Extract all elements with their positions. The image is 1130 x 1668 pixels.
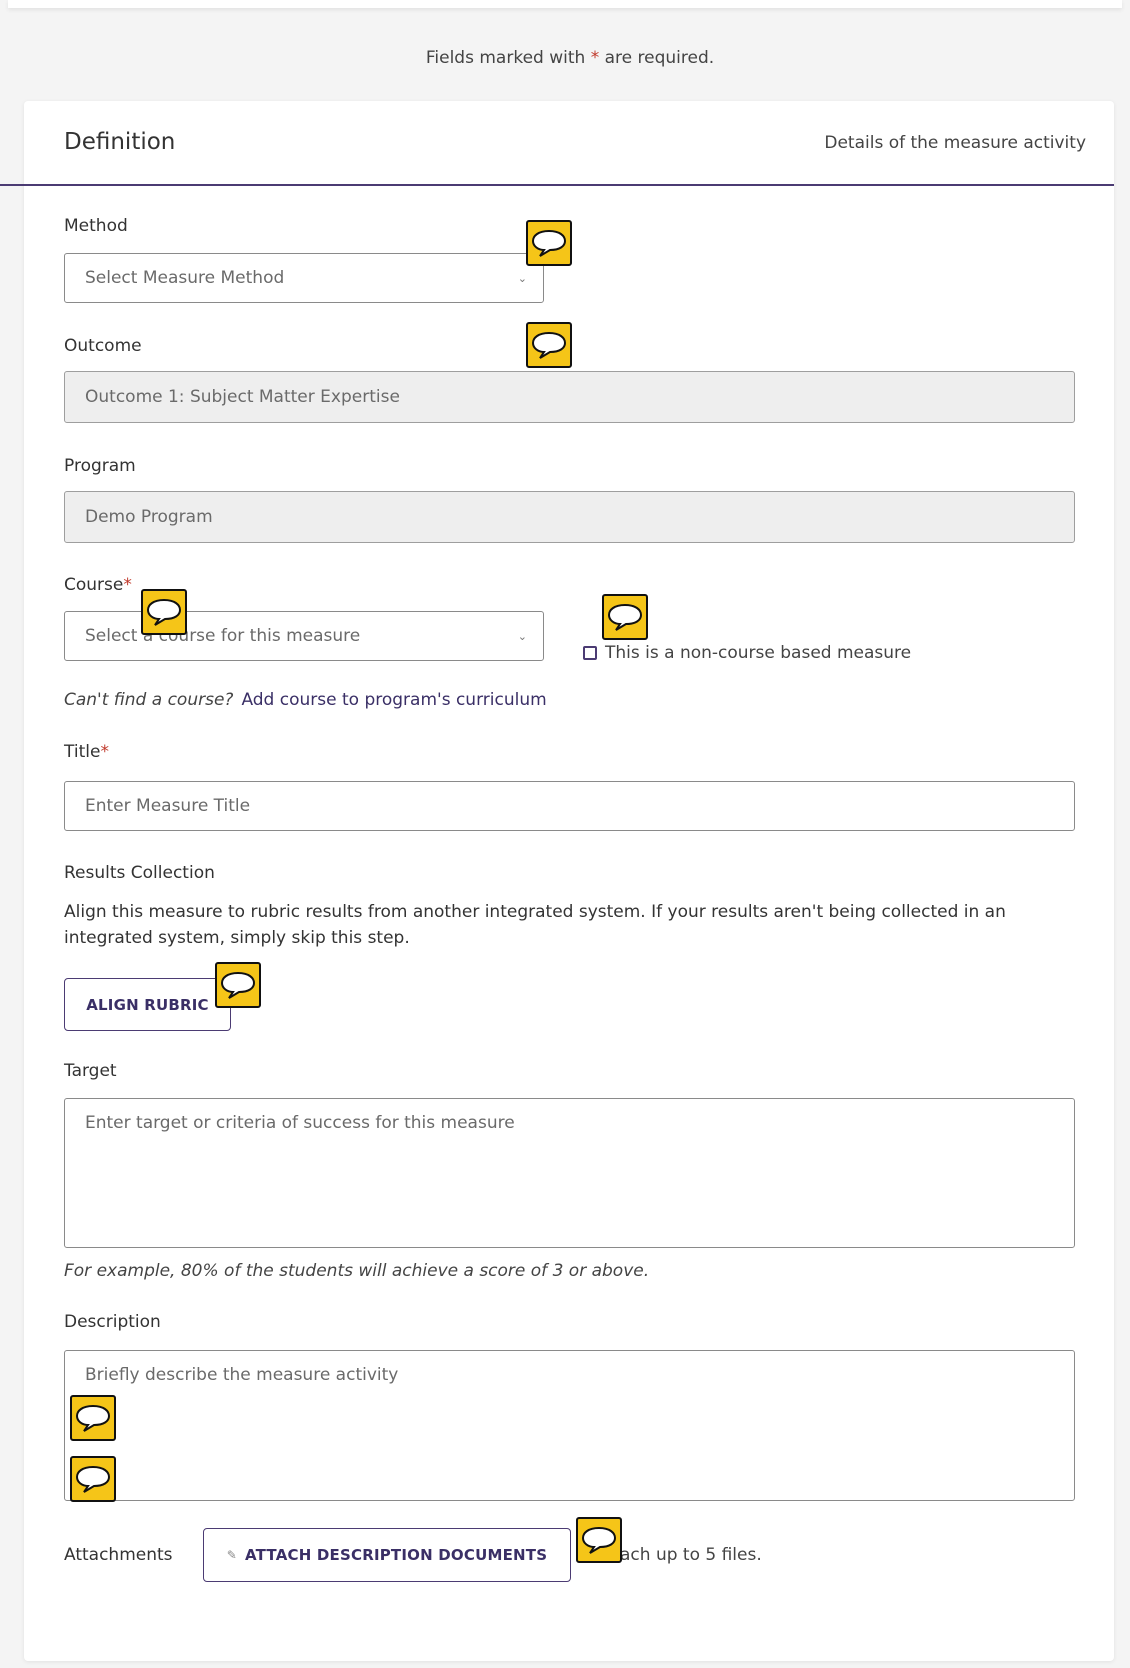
method-select[interactable]: Select Measure Method ⌄ [64,253,544,303]
comment-icon[interactable] [70,1395,116,1441]
course-select[interactable]: Select a course for this measure ⌄ [64,611,544,661]
program-label: Program [64,456,136,476]
program-value: Demo Program [85,507,213,527]
target-label: Target [64,1061,117,1081]
non-course-checkbox-row[interactable]: This is a non-course based measure [583,643,911,663]
description-label: Description [64,1312,161,1332]
non-course-checkbox[interactable] [583,646,597,660]
outcome-field: Outcome 1: Subject Matter Expertise [64,371,1075,423]
description-placeholder: Briefly describe the measure activity [85,1365,399,1385]
title-input-placeholder: Enter Measure Title [85,796,251,816]
description-textarea[interactable]: Briefly describe the measure activity [64,1350,1075,1501]
comment-icon[interactable] [526,322,572,368]
add-course-link[interactable]: Add course to program's curriculum [241,690,546,710]
results-collection-description: Align this measure to rubric results fro… [64,902,1006,948]
required-star: * [590,48,600,68]
chevron-down-icon: ⌄ [517,271,527,285]
course-help: Can't find a course? Add course to progra… [64,690,547,710]
page: Fields marked with * are required. Defin… [0,0,1130,1668]
attach-documents-button[interactable]: ✎ ATTACH DESCRIPTION DOCUMENTS [203,1528,571,1582]
target-example: For example, 80% of the students will ac… [64,1261,650,1281]
program-field: Demo Program [64,491,1075,543]
comment-icon[interactable] [602,594,648,640]
attachments-limit-text: ach up to 5 files. [620,1545,762,1565]
chevron-down-icon: ⌄ [517,629,527,643]
target-placeholder: Enter target or criteria of success for … [85,1113,515,1133]
required-fields-note: Fields marked with * are required. [425,48,715,68]
card-title: Definition [64,129,176,155]
comment-icon[interactable] [70,1456,116,1502]
title-label: Title* [64,742,109,762]
card-subtitle: Details of the measure activity [824,133,1086,153]
comment-icon[interactable] [141,589,187,635]
non-course-checkbox-label: This is a non-course based measure [605,643,912,663]
attach-documents-button-label: ATTACH DESCRIPTION DOCUMENTS [245,1546,548,1564]
comment-icon[interactable] [215,962,261,1008]
paperclip-icon: ✎ [226,1548,238,1562]
required-star: * [100,742,109,762]
method-select-placeholder: Select Measure Method [85,268,285,288]
attachments-label: Attachments [64,1545,173,1565]
align-rubric-button[interactable]: ALIGN RUBRIC [64,978,231,1031]
top-edge [8,0,1122,8]
card-header: Definition Details of the measure activi… [0,101,1114,186]
title-input[interactable]: Enter Measure Title [64,781,1075,831]
course-help-text: Can't find a course? [64,690,234,710]
comment-icon[interactable] [576,1517,622,1563]
method-label: Method [64,216,128,236]
comment-icon[interactable] [526,220,572,266]
outcome-value: Outcome 1: Subject Matter Expertise [85,387,400,407]
course-select-placeholder: Select a course for this measure [85,626,361,646]
results-collection-label: Results Collection [64,863,215,883]
target-textarea[interactable]: Enter target or criteria of success for … [64,1098,1075,1248]
required-star: * [123,575,132,595]
course-label: Course* [64,575,132,595]
outcome-label: Outcome [64,336,142,356]
